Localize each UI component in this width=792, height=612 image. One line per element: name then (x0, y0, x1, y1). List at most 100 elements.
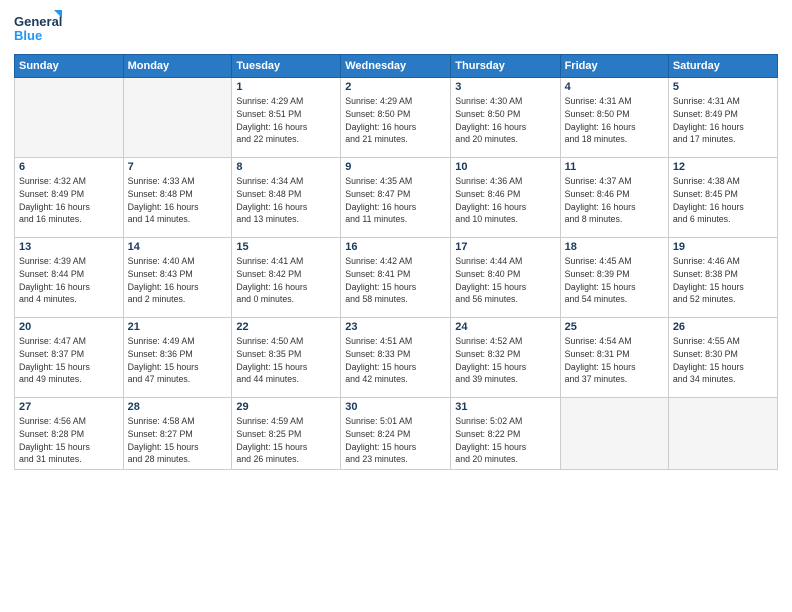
day-info: Sunrise: 4:38 AM Sunset: 8:45 PM Dayligh… (673, 175, 773, 226)
day-number: 16 (345, 241, 446, 253)
calendar-cell: 20 Sunrise: 4:47 AM Sunset: 8:37 PM Dayli… (15, 318, 124, 398)
calendar-cell: 2 Sunrise: 4:29 AM Sunset: 8:50 PM Daylig… (341, 78, 451, 158)
calendar: SundayMondayTuesdayWednesdayThursdayFrid… (14, 54, 778, 470)
calendar-cell: 15 Sunrise: 4:41 AM Sunset: 8:42 PM Dayli… (232, 238, 341, 318)
day-number: 8 (236, 161, 336, 173)
calendar-cell: 3 Sunrise: 4:30 AM Sunset: 8:50 PM Daylig… (451, 78, 560, 158)
calendar-cell: 14Sunrise: 4:40 AM Sunset: 8:43 PM Dayli… (123, 238, 232, 318)
day-info: Sunrise: 4:49 AM Sunset: 8:36 PM Dayligh… (128, 335, 228, 386)
day-number: 13 (19, 241, 119, 253)
calendar-cell: 18 Sunrise: 4:45 AM Sunset: 8:39 PM Dayli… (560, 238, 668, 318)
day-number: 22 (236, 321, 336, 333)
week-row-3: 13 Sunrise: 4:39 AM Sunset: 8:44 PM Dayli… (15, 238, 778, 318)
day-info: Sunrise: 4:39 AM Sunset: 8:44 PM Dayligh… (19, 255, 119, 306)
calendar-cell (15, 78, 124, 158)
day-number: 7 (128, 161, 228, 173)
day-number: 18 (565, 241, 664, 253)
calendar-cell: 7 Sunrise: 4:33 AM Sunset: 8:48 PM Daylig… (123, 158, 232, 238)
day-number: 24 (455, 321, 555, 333)
day-number: 27 (19, 401, 119, 413)
day-info: Sunrise: 4:34 AM Sunset: 8:48 PM Dayligh… (236, 175, 336, 226)
svg-text:Blue: Blue (14, 28, 42, 43)
calendar-cell: 1 Sunrise: 4:29 AM Sunset: 8:51 PM Daylig… (232, 78, 341, 158)
week-row-2: 6 Sunrise: 4:32 AM Sunset: 8:49 PM Daylig… (15, 158, 778, 238)
calendar-cell: 5Sunrise: 4:31 AM Sunset: 8:49 PM Daylig… (668, 78, 777, 158)
day-number: 30 (345, 401, 446, 413)
day-number: 20 (19, 321, 119, 333)
calendar-cell (123, 78, 232, 158)
week-row-4: 20 Sunrise: 4:47 AM Sunset: 8:37 PM Dayli… (15, 318, 778, 398)
calendar-cell: 28Sunrise: 4:58 AM Sunset: 8:27 PM Dayli… (123, 398, 232, 470)
day-info: Sunrise: 4:54 AM Sunset: 8:31 PM Dayligh… (565, 335, 664, 386)
day-info: Sunrise: 4:33 AM Sunset: 8:48 PM Dayligh… (128, 175, 228, 226)
day-info: Sunrise: 4:52 AM Sunset: 8:32 PM Dayligh… (455, 335, 555, 386)
day-info: Sunrise: 4:37 AM Sunset: 8:46 PM Dayligh… (565, 175, 664, 226)
calendar-cell: 23Sunrise: 4:51 AM Sunset: 8:33 PM Dayli… (341, 318, 451, 398)
calendar-cell: 4Sunrise: 4:31 AM Sunset: 8:50 PM Daylig… (560, 78, 668, 158)
day-info: Sunrise: 4:41 AM Sunset: 8:42 PM Dayligh… (236, 255, 336, 306)
day-info: Sunrise: 4:31 AM Sunset: 8:49 PM Dayligh… (673, 95, 773, 146)
day-info: Sunrise: 4:29 AM Sunset: 8:50 PM Dayligh… (345, 95, 446, 146)
calendar-cell: 25 Sunrise: 4:54 AM Sunset: 8:31 PM Dayli… (560, 318, 668, 398)
day-number: 2 (345, 81, 446, 93)
day-info: Sunrise: 4:55 AM Sunset: 8:30 PM Dayligh… (673, 335, 773, 386)
day-info: Sunrise: 4:36 AM Sunset: 8:46 PM Dayligh… (455, 175, 555, 226)
calendar-cell: 6 Sunrise: 4:32 AM Sunset: 8:49 PM Daylig… (15, 158, 124, 238)
day-info: Sunrise: 4:29 AM Sunset: 8:51 PM Dayligh… (236, 95, 336, 146)
day-info: Sunrise: 4:42 AM Sunset: 8:41 PM Dayligh… (345, 255, 446, 306)
weekday-header-tuesday: Tuesday (232, 55, 341, 78)
day-number: 9 (345, 161, 446, 173)
weekday-header-wednesday: Wednesday (341, 55, 451, 78)
day-number: 21 (128, 321, 228, 333)
weekday-header-monday: Monday (123, 55, 232, 78)
day-info: Sunrise: 4:56 AM Sunset: 8:28 PM Dayligh… (19, 415, 119, 466)
day-number: 10 (455, 161, 555, 173)
day-info: Sunrise: 4:50 AM Sunset: 8:35 PM Dayligh… (236, 335, 336, 386)
weekday-header-row: SundayMondayTuesdayWednesdayThursdayFrid… (15, 55, 778, 78)
calendar-cell: 12 Sunrise: 4:38 AM Sunset: 8:45 PM Dayli… (668, 158, 777, 238)
day-number: 11 (565, 161, 664, 173)
day-info: Sunrise: 4:45 AM Sunset: 8:39 PM Dayligh… (565, 255, 664, 306)
day-number: 12 (673, 161, 773, 173)
weekday-header-friday: Friday (560, 55, 668, 78)
day-info: Sunrise: 4:46 AM Sunset: 8:38 PM Dayligh… (673, 255, 773, 306)
calendar-cell: 19 Sunrise: 4:46 AM Sunset: 8:38 PM Dayli… (668, 238, 777, 318)
day-info: Sunrise: 4:59 AM Sunset: 8:25 PM Dayligh… (236, 415, 336, 466)
header: General Blue (14, 10, 778, 48)
day-info: Sunrise: 4:47 AM Sunset: 8:37 PM Dayligh… (19, 335, 119, 386)
day-info: Sunrise: 4:30 AM Sunset: 8:50 PM Dayligh… (455, 95, 555, 146)
day-number: 15 (236, 241, 336, 253)
day-info: Sunrise: 4:35 AM Sunset: 8:47 PM Dayligh… (345, 175, 446, 226)
day-number: 3 (455, 81, 555, 93)
day-number: 23 (345, 321, 446, 333)
day-info: Sunrise: 5:01 AM Sunset: 8:24 PM Dayligh… (345, 415, 446, 466)
calendar-cell: 29 Sunrise: 4:59 AM Sunset: 8:25 PM Dayli… (232, 398, 341, 470)
calendar-cell: 26 Sunrise: 4:55 AM Sunset: 8:30 PM Dayli… (668, 318, 777, 398)
day-info: Sunrise: 4:40 AM Sunset: 8:43 PM Dayligh… (128, 255, 228, 306)
day-number: 31 (455, 401, 555, 413)
day-number: 17 (455, 241, 555, 253)
day-info: Sunrise: 4:58 AM Sunset: 8:27 PM Dayligh… (128, 415, 228, 466)
calendar-cell: 13 Sunrise: 4:39 AM Sunset: 8:44 PM Dayli… (15, 238, 124, 318)
calendar-cell: 30 Sunrise: 5:01 AM Sunset: 8:24 PM Dayli… (341, 398, 451, 470)
day-number: 1 (236, 81, 336, 93)
day-number: 29 (236, 401, 336, 413)
day-number: 6 (19, 161, 119, 173)
calendar-cell: 16 Sunrise: 4:42 AM Sunset: 8:41 PM Dayli… (341, 238, 451, 318)
calendar-cell: 9 Sunrise: 4:35 AM Sunset: 8:47 PM Daylig… (341, 158, 451, 238)
svg-text:General: General (14, 14, 62, 29)
calendar-cell (668, 398, 777, 470)
day-number: 26 (673, 321, 773, 333)
calendar-cell: 31 Sunrise: 5:02 AM Sunset: 8:22 PM Dayli… (451, 398, 560, 470)
week-row-1: 1 Sunrise: 4:29 AM Sunset: 8:51 PM Daylig… (15, 78, 778, 158)
day-number: 25 (565, 321, 664, 333)
week-row-5: 27 Sunrise: 4:56 AM Sunset: 8:28 PM Dayli… (15, 398, 778, 470)
logo-svg: General Blue (14, 10, 64, 48)
weekday-header-sunday: Sunday (15, 55, 124, 78)
weekday-header-saturday: Saturday (668, 55, 777, 78)
day-info: Sunrise: 4:44 AM Sunset: 8:40 PM Dayligh… (455, 255, 555, 306)
day-info: Sunrise: 5:02 AM Sunset: 8:22 PM Dayligh… (455, 415, 555, 466)
calendar-cell: 11 Sunrise: 4:37 AM Sunset: 8:46 PM Dayli… (560, 158, 668, 238)
day-info: Sunrise: 4:32 AM Sunset: 8:49 PM Dayligh… (19, 175, 119, 226)
day-number: 19 (673, 241, 773, 253)
